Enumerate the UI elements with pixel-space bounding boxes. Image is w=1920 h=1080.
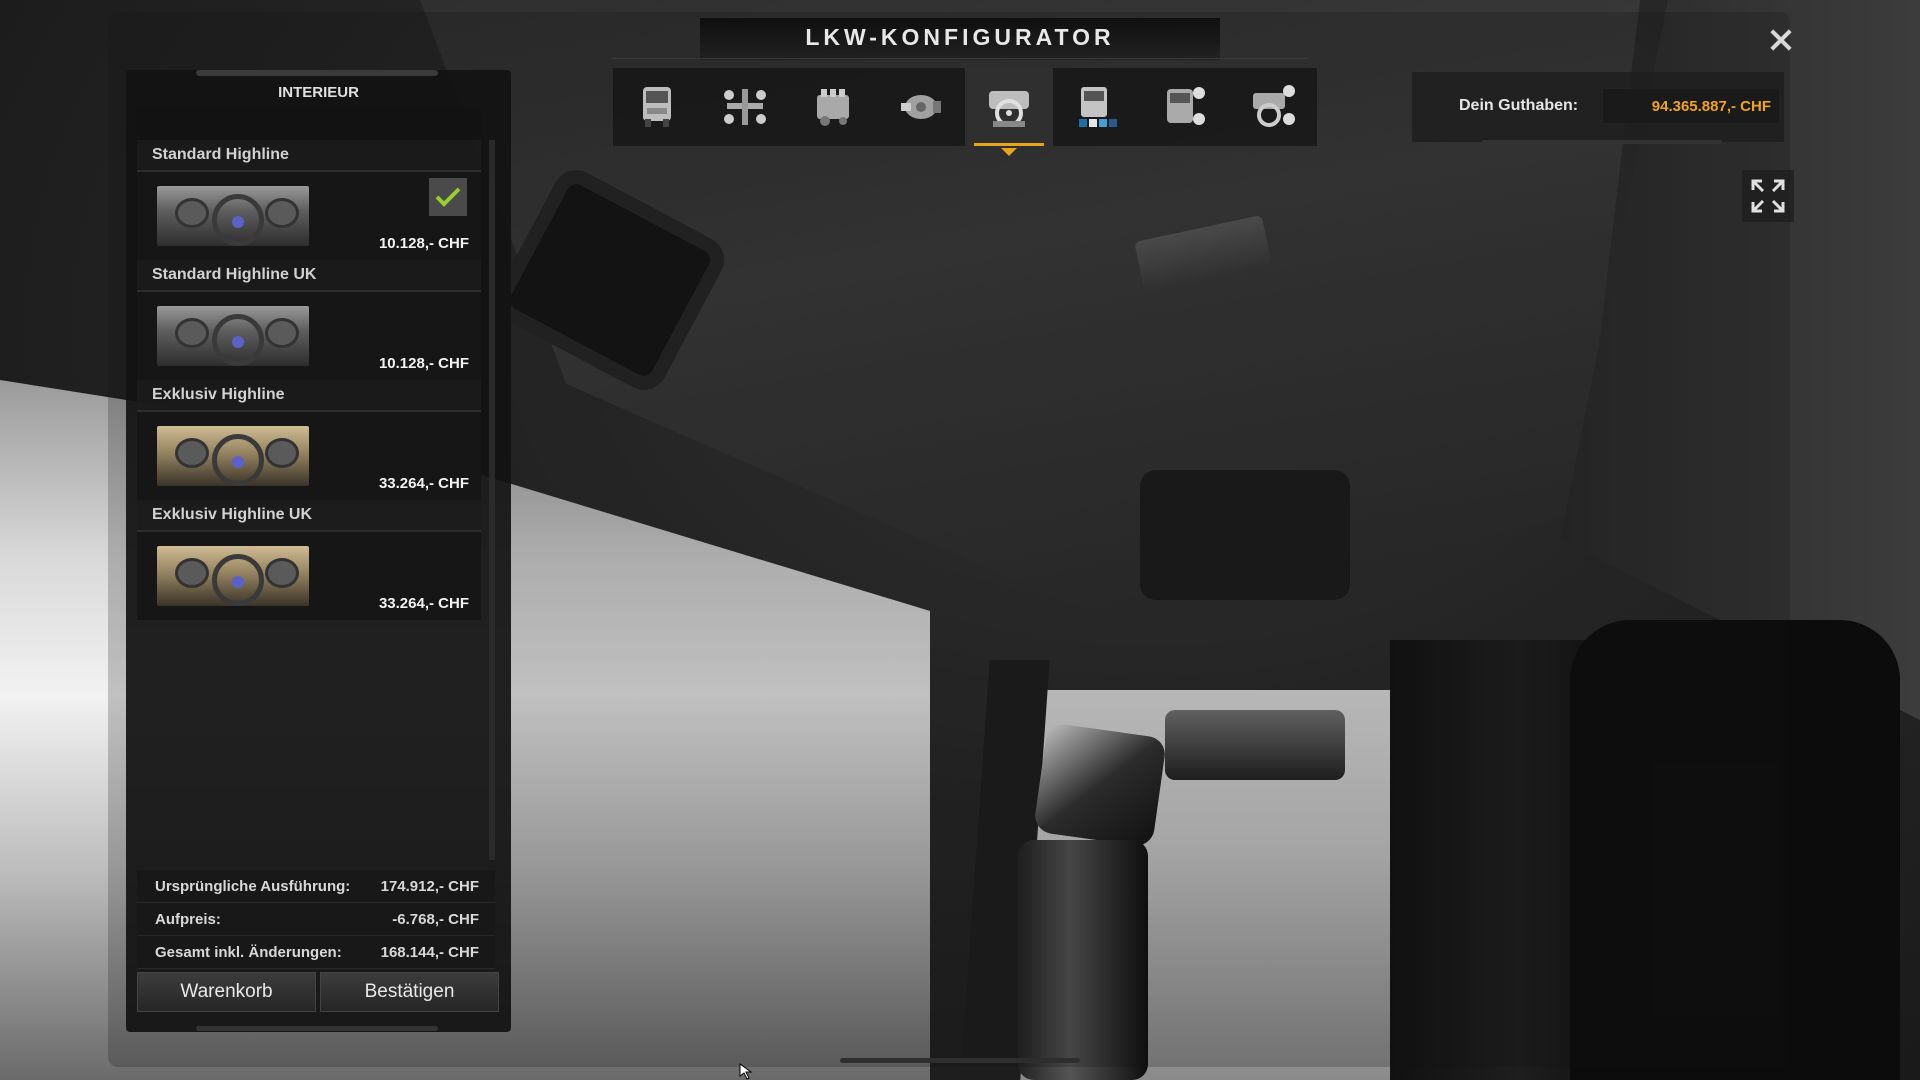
option-list-scrollbar[interactable]: [489, 140, 495, 860]
option-name: Exklusiv Highline: [137, 380, 481, 412]
tab-cabin[interactable]: [613, 68, 701, 146]
paint-icon: [1079, 87, 1117, 127]
hub-icon: [232, 216, 244, 228]
gauge-icon: [175, 318, 209, 348]
option-thumbnail: [157, 546, 309, 606]
panel-bottom-handle: [196, 1026, 438, 1031]
interior-icon: [989, 91, 1029, 127]
hand-cursor-icon: [739, 1063, 753, 1080]
engine-icon: [817, 89, 849, 126]
summary-total-value: 168.144,- CHF: [380, 944, 479, 961]
cart-button[interactable]: Warenkorb: [137, 972, 316, 1012]
panel-top-handle: [196, 70, 438, 76]
window-title: LKW-KONFIGURATOR: [805, 24, 1115, 50]
gauge-icon: [265, 438, 299, 468]
chassis-axle-icon: [724, 89, 766, 125]
truck-cabin-icon: [643, 87, 671, 127]
option-card[interactable]: 10.128,- CHF: [137, 172, 481, 260]
summary-original-label: Ursprüngliche Ausführung:: [155, 878, 351, 895]
title-divider: [612, 58, 1308, 59]
list-item[interactable]: Standard Highline UK 10.128,- CHF: [137, 260, 481, 380]
list-item[interactable]: Exklusiv Highline 33.264,- CHF: [137, 380, 481, 500]
checkmark-icon: [435, 187, 461, 207]
option-thumbnail: [157, 426, 309, 486]
summary-surcharge-row: Aufpreis: -6.768,- CHF: [137, 903, 495, 936]
option-name: Standard Highline: [137, 140, 481, 172]
option-price: 33.264,- CHF: [378, 595, 469, 612]
balance-label: Dein Guthaben:: [1459, 97, 1579, 114]
tab-interior-accessories[interactable]: [1229, 68, 1317, 146]
option-card[interactable]: 10.128,- CHF: [137, 292, 481, 380]
balance-value: 94.365.887,- CHF: [1651, 98, 1771, 115]
list-item[interactable]: Exklusiv Highline UK 33.264,- CHF: [137, 500, 481, 620]
gauge-icon: [265, 558, 299, 588]
option-card[interactable]: 33.264,- CHF: [137, 532, 481, 620]
hub-icon: [232, 336, 244, 348]
tab-accessories[interactable]: [1141, 68, 1229, 146]
transmission-icon: [901, 95, 941, 119]
price-summary: Ursprüngliche Ausführung: 174.912,- CHF …: [137, 870, 495, 969]
accessories-icon: [1167, 87, 1205, 125]
option-name: Standard Highline UK: [137, 260, 481, 292]
interior-accessories-icon: [1253, 85, 1295, 127]
summary-surcharge-value: -6.768,- CHF: [392, 911, 479, 928]
tab-engine[interactable]: [789, 68, 877, 146]
gauge-icon: [175, 438, 209, 468]
tab-interior[interactable]: [965, 68, 1053, 156]
hub-icon: [232, 456, 244, 468]
action-buttons: Warenkorb Bestätigen: [137, 972, 499, 1012]
summary-original-value: 174.912,- CHF: [380, 878, 479, 895]
tab-paint[interactable]: [1053, 68, 1141, 146]
panel-subheader: [137, 108, 481, 136]
fullscreen-icon: [1751, 179, 1785, 213]
option-price: 33.264,- CHF: [378, 475, 469, 492]
option-name: Exklusiv Highline UK: [137, 500, 481, 532]
option-list: Standard Highline 10.128,- CHF Standard …: [137, 140, 481, 620]
summary-total-label: Gesamt inkl. Änderungen:: [155, 944, 342, 961]
fullscreen-button[interactable]: [1742, 170, 1794, 222]
summary-original-row: Ursprüngliche Ausführung: 174.912,- CHF: [137, 870, 495, 903]
confirm-button[interactable]: Bestätigen: [320, 972, 499, 1012]
selected-check: [429, 178, 467, 216]
gauge-icon: [265, 318, 299, 348]
option-card[interactable]: 33.264,- CHF: [137, 412, 481, 500]
tab-chassis[interactable]: [701, 68, 789, 146]
summary-surcharge-label: Aufpreis:: [155, 911, 221, 928]
gauge-icon: [175, 558, 209, 588]
hub-icon: [232, 576, 244, 588]
tab-transmission[interactable]: [877, 68, 965, 146]
gauge-icon: [175, 198, 209, 228]
option-price: 10.128,- CHF: [378, 235, 469, 252]
category-toolbar: [613, 68, 1317, 156]
active-tab-pointer: [1001, 148, 1017, 156]
close-icon[interactable]: [1764, 23, 1798, 57]
balance-divider: [1482, 140, 1722, 144]
bottom-handle: [840, 1058, 1080, 1063]
option-thumbnail: [157, 186, 309, 246]
list-item[interactable]: Standard Highline 10.128,- CHF: [137, 140, 481, 260]
option-thumbnail: [157, 306, 309, 366]
active-tab-underline: [974, 143, 1044, 146]
panel-title: INTERIEUR: [278, 84, 359, 101]
gauge-icon: [265, 198, 299, 228]
option-price: 10.128,- CHF: [378, 355, 469, 372]
summary-total-row: Gesamt inkl. Änderungen: 168.144,- CHF: [137, 936, 495, 969]
